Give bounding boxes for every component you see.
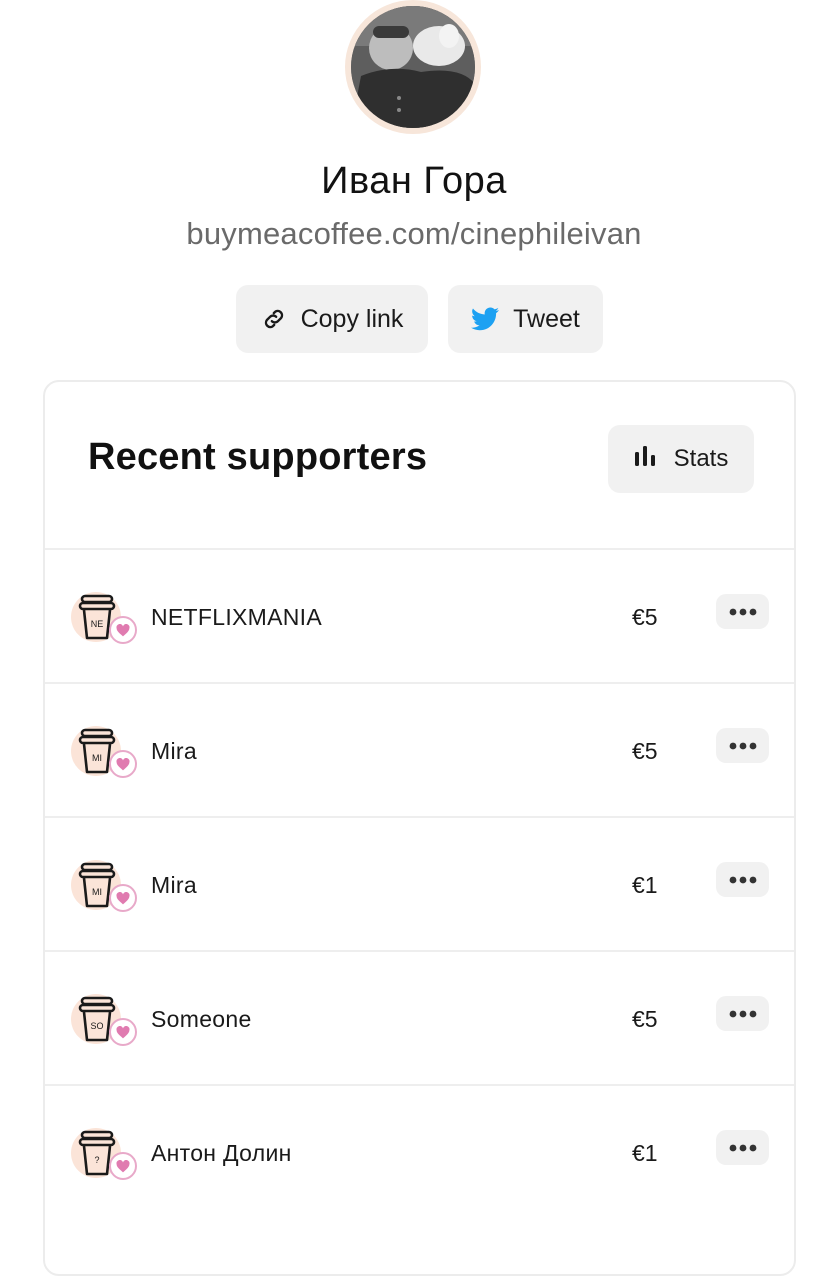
avatar-photo bbox=[351, 6, 475, 128]
supporter-name: Mira bbox=[151, 872, 197, 898]
more-dots-icon bbox=[729, 1010, 756, 1017]
supporter-row: MI Mira €5 bbox=[45, 684, 794, 818]
supporter-row: ? Антон Долин €1 bbox=[45, 1086, 794, 1220]
svg-text:NE: NE bbox=[91, 619, 104, 629]
svg-text:MI: MI bbox=[92, 753, 102, 763]
card-header: Recent supporters Stats bbox=[45, 382, 794, 550]
supporter-name: NETFLIXMANIA bbox=[151, 604, 323, 630]
supporter-avatar: NE bbox=[71, 592, 137, 648]
bar-chart-icon bbox=[634, 445, 658, 473]
supporter-name: Mira bbox=[151, 738, 197, 764]
svg-text:?: ? bbox=[94, 1155, 99, 1165]
heart-icon bbox=[109, 1018, 137, 1046]
supporter-amount: €1 bbox=[632, 872, 658, 898]
supporter-name: Someone bbox=[151, 1006, 252, 1032]
supporter-avatar: MI bbox=[71, 726, 137, 782]
more-dots-icon bbox=[729, 876, 756, 883]
supporters-list: NE NETFLIXMANIA €5 MI Mira €5 MI Mira €1… bbox=[45, 550, 794, 1220]
supporter-row: SO Someone €5 bbox=[45, 952, 794, 1086]
supporter-avatar: SO bbox=[71, 994, 137, 1050]
supporter-row: MI Mira €1 bbox=[45, 818, 794, 952]
heart-icon bbox=[109, 1152, 137, 1180]
svg-text:SO: SO bbox=[90, 1021, 103, 1031]
more-options-button[interactable] bbox=[716, 862, 769, 897]
more-options-button[interactable] bbox=[716, 996, 769, 1031]
heart-icon bbox=[109, 750, 137, 778]
svg-text:MI: MI bbox=[92, 887, 102, 897]
profile-page: Иван Гора buymeacoffee.com/cinephileivan… bbox=[0, 0, 838, 1280]
recent-supporters-card: Recent supporters Stats NE NETFLIXMANIA … bbox=[43, 380, 796, 1276]
supporter-amount: €5 bbox=[632, 738, 658, 764]
stats-label: Stats bbox=[673, 445, 729, 472]
more-dots-icon bbox=[729, 1144, 756, 1151]
more-options-button[interactable] bbox=[716, 728, 769, 763]
card-title: Recent supporters bbox=[88, 436, 428, 478]
supporter-name: Антон Долин bbox=[151, 1140, 292, 1166]
more-dots-icon bbox=[729, 608, 756, 615]
profile-name: Иван Гора bbox=[321, 160, 507, 202]
link-icon bbox=[261, 306, 287, 332]
heart-icon bbox=[109, 616, 137, 644]
stats-button[interactable]: Stats bbox=[608, 425, 754, 493]
supporter-avatar: ? bbox=[71, 1128, 137, 1184]
twitter-bird-icon bbox=[471, 307, 500, 331]
more-options-button[interactable] bbox=[716, 1130, 769, 1165]
tweet-button[interactable]: Tweet bbox=[448, 285, 603, 353]
profile-avatar bbox=[345, 0, 481, 134]
profile-url[interactable]: buymeacoffee.com/cinephileivan bbox=[0, 216, 828, 252]
copy-link-label: Copy link bbox=[300, 304, 404, 333]
supporter-row: NE NETFLIXMANIA €5 bbox=[45, 550, 794, 684]
supporter-avatar: MI bbox=[71, 860, 137, 916]
copy-link-button[interactable]: Copy link bbox=[236, 285, 428, 353]
heart-icon bbox=[109, 884, 137, 912]
more-options-button[interactable] bbox=[716, 594, 769, 629]
supporter-amount: €5 bbox=[632, 604, 658, 630]
supporter-amount: €5 bbox=[632, 1006, 658, 1032]
supporter-amount: €1 bbox=[632, 1140, 658, 1166]
more-dots-icon bbox=[729, 742, 756, 749]
tweet-label: Tweet bbox=[513, 304, 580, 333]
